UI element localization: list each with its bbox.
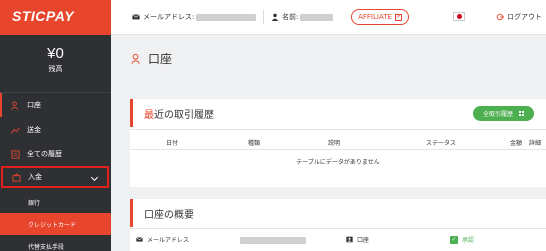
person-icon — [271, 13, 279, 21]
header-email-value — [196, 13, 257, 21]
sidebar-item-label: 入金 — [28, 173, 42, 181]
account-overview-header: 口座の概要 — [130, 199, 546, 227]
external-link-icon: ↗ — [394, 13, 402, 21]
mail-icon — [132, 14, 140, 20]
logout-label: ログアウト — [507, 13, 542, 21]
transfer-icon — [11, 127, 20, 133]
logout-icon — [496, 13, 504, 21]
deposit-icon — [12, 172, 21, 182]
sidebar: ¥0 残高 口座 送金 全ての履歴 入金 銀行 クレジットカード 代替支払手段 — [0, 35, 111, 251]
column-header-details[interactable]: 詳細 — [529, 138, 541, 147]
history-icon — [11, 149, 20, 159]
header-email: メールアドレス: — [132, 12, 257, 22]
sidebar-subitem-credit-card[interactable]: クレジットカード — [0, 213, 111, 235]
header-divider — [130, 129, 546, 130]
empty-table-message: テーブルにデータがありません — [296, 159, 380, 166]
all-history-label: 全取引履歴 — [482, 111, 513, 118]
column-header-status[interactable]: ステータス — [426, 138, 456, 147]
overview-email-label: メールアドレス — [147, 237, 190, 244]
column-header-date[interactable]: 日付 — [166, 138, 178, 147]
table-divider — [130, 149, 546, 150]
column-header-type[interactable]: 種類 — [248, 138, 260, 147]
overview-email-value — [240, 237, 306, 244]
sidebar-item-label: 口座 — [27, 101, 41, 109]
affiliate-button[interactable]: AFFILIATE ↗ — [351, 9, 409, 25]
header-name: 名前: — [271, 12, 334, 22]
check-icon: ✓ — [450, 235, 458, 244]
overview-status-label: 承認 — [462, 237, 475, 244]
sidebar-item-account[interactable]: 口座 — [0, 93, 111, 117]
recent-history-panel: 最近の取引履歴 全取引履歴 日付 種類 説明 ステータス 金額 詳細 テーブルに… — [130, 99, 546, 187]
overview-divider — [130, 228, 546, 229]
user-icon — [11, 100, 19, 110]
account-overview-title: 口座の概要 — [144, 209, 194, 221]
balance-label: 残高 — [48, 65, 63, 73]
overview-account: 口座 — [346, 235, 369, 244]
sidebar-subitem-label: 代替支払手段 — [28, 243, 65, 251]
header-name-label: 名前: — [282, 13, 299, 21]
logout-button[interactable]: ログアウト — [496, 12, 542, 22]
brand-logo: STICPAY — [12, 8, 75, 24]
sidebar-item-deposit[interactable]: 入金 — [1, 166, 109, 188]
recent-history-title: 近の取引履歴 — [154, 109, 214, 121]
overview-account-label: 口座 — [357, 237, 370, 244]
header-name-value — [300, 13, 334, 21]
page-title: 口座 — [131, 50, 172, 67]
chevron-down-icon — [90, 173, 99, 182]
header-divider — [263, 10, 264, 24]
grid-icon — [519, 111, 524, 116]
mail-icon — [136, 237, 143, 242]
top-header: メールアドレス: 名前: AFFILIATE ↗ ログアウト — [111, 0, 546, 35]
column-header-description[interactable]: 説明 — [328, 138, 340, 147]
page-title-text: 口座 — [148, 52, 173, 66]
sidebar-subitem-alt-payment[interactable]: 代替支払手段 — [0, 235, 111, 251]
brand-logo-block[interactable]: STICPAY — [0, 0, 111, 35]
sidebar-subitem-label: 銀行 — [28, 199, 41, 207]
sidebar-subitem-label: クレジットカード — [28, 221, 77, 229]
overview-status: ✓ 承認 — [450, 235, 474, 244]
overview-email: メールアドレス — [136, 235, 189, 244]
affiliate-label: AFFILIATE — [358, 13, 392, 21]
balance-panel: ¥0 残高 — [0, 35, 111, 93]
sidebar-item-history[interactable]: 全ての履歴 — [0, 142, 111, 166]
account-overview-panel: 口座の概要 メールアドレス 口座 ✓ 承認 — [130, 199, 546, 251]
user-icon — [131, 53, 140, 64]
sidebar-item-label: 全ての履歴 — [27, 150, 62, 158]
column-header-amount[interactable]: 金額 — [510, 138, 522, 147]
sidebar-item-label: 送金 — [27, 126, 41, 134]
recent-history-title-accent: 最 — [144, 109, 154, 121]
balance-amount: ¥0 — [47, 45, 64, 62]
sidebar-item-transfer[interactable]: 送金 — [0, 118, 111, 142]
header-email-label: メールアドレス: — [143, 13, 195, 21]
id-card-icon — [346, 236, 353, 243]
all-history-button[interactable]: 全取引履歴 — [472, 106, 534, 121]
sidebar-subitem-bank[interactable]: 銀行 — [0, 191, 111, 213]
language-flag-icon[interactable] — [453, 12, 465, 21]
